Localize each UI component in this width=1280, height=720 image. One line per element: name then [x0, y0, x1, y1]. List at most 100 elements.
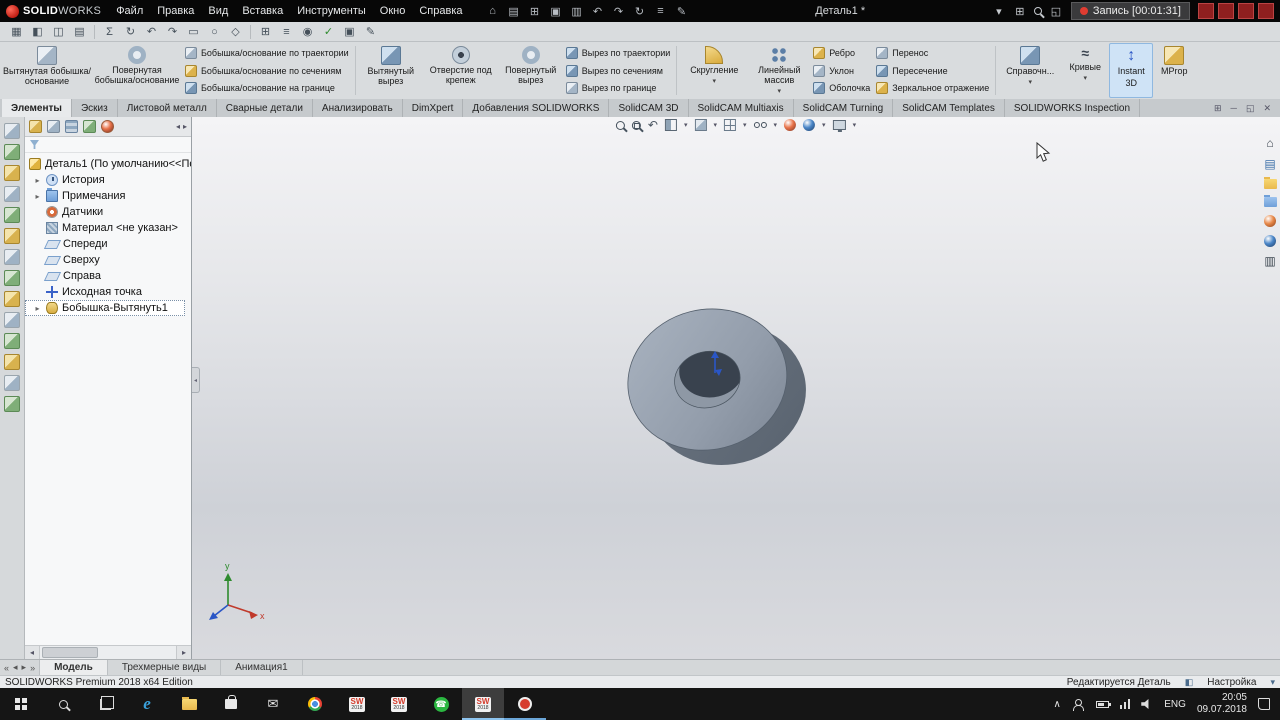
battery-icon[interactable]	[1096, 701, 1109, 708]
solidworks-2018-button[interactable]: SW2018	[336, 688, 378, 720]
tab-solidworks-addins[interactable]: Добавления SOLIDWORKS	[463, 99, 609, 117]
tab-features[interactable]: Элементы	[2, 99, 72, 117]
window-panes-icon[interactable]: ⊞	[1013, 5, 1027, 18]
tree-item-top-plane[interactable]: Сверху	[25, 252, 191, 268]
scrollbar-thumb[interactable]	[42, 647, 98, 658]
edge-button[interactable]: e	[126, 688, 168, 720]
screen-region-icon[interactable]: ◱	[1049, 5, 1063, 18]
displaymanager-tab-icon[interactable]	[101, 120, 114, 133]
pane-right-icon[interactable]: ▸	[183, 122, 187, 131]
last-tab-icon[interactable]: »	[30, 663, 35, 673]
prev-tab-icon[interactable]: ◂	[13, 662, 18, 673]
edit-icon[interactable]: ✎	[364, 25, 377, 38]
tab-solidcam-turning[interactable]: SolidCAM Turning	[794, 99, 894, 117]
solidworks-running-button[interactable]: SW2018	[462, 688, 504, 720]
taskbar-clock[interactable]: 20:05 09.07.2018	[1197, 692, 1247, 716]
extruded-cut-button[interactable]: Вытянутый вырез	[359, 43, 423, 98]
tree-item-front-plane[interactable]: Спереди	[25, 236, 191, 252]
pin-ribbon-icon[interactable]: ⊞	[1214, 103, 1222, 114]
part-model[interactable]	[613, 289, 821, 486]
target-icon[interactable]: ◉	[301, 25, 314, 38]
tree-item-material[interactable]: Материал <не указан>	[25, 220, 191, 236]
home-icon[interactable]: ⌂	[1266, 137, 1273, 150]
dock-toolbar-button-5[interactable]	[4, 207, 20, 223]
minimize-document-icon[interactable]: ─	[1231, 103, 1237, 113]
rectangle-sketch-icon[interactable]: ▭	[187, 25, 200, 38]
swept-cut-button[interactable]: Вырез по траектории	[566, 46, 671, 61]
square-icon[interactable]: ▣	[343, 25, 356, 38]
redo-icon[interactable]: ↷	[166, 25, 179, 38]
network-icon[interactable]	[1120, 699, 1131, 709]
undo-icon[interactable]: ↶	[591, 5, 605, 18]
dock-toolbar-button-12[interactable]	[4, 354, 20, 370]
menu-file[interactable]: Файл	[109, 2, 150, 20]
rebuild-icon[interactable]: ↻	[124, 25, 137, 38]
hole-wizard-button[interactable]: Отверстие под крепеж	[423, 43, 499, 98]
dock-toolbar-button-13[interactable]	[4, 375, 20, 391]
tab-solidcam-templates[interactable]: SolidCAM Templates	[893, 99, 1005, 117]
expand-icon[interactable]: ▸	[33, 176, 42, 185]
tab-evaluate[interactable]: Анализировать	[313, 99, 403, 117]
menu-edit[interactable]: Правка	[150, 2, 201, 20]
section-icon[interactable]: ◧	[31, 25, 44, 38]
circle-sketch-icon[interactable]: ○	[208, 26, 221, 38]
dock-toolbar-button-7[interactable]	[4, 249, 20, 265]
action-center-icon[interactable]	[1258, 698, 1270, 710]
menu-view[interactable]: Вид	[201, 2, 235, 20]
customize-label[interactable]: Настройка	[1207, 677, 1256, 688]
new-document-icon[interactable]: ▤	[507, 5, 521, 18]
filter-icon[interactable]	[30, 140, 39, 149]
dropdown-icon[interactable]: ▾	[1028, 79, 1032, 87]
dock-toolbar-button-8[interactable]	[4, 270, 20, 286]
record-stop-button[interactable]	[1198, 3, 1214, 19]
open-document-icon[interactable]: ⊞	[528, 5, 542, 18]
volume-icon[interactable]	[1141, 698, 1153, 710]
lofted-boss-button[interactable]: Бобышка/основание по сечениям	[185, 63, 349, 78]
fillet-button[interactable]: Скругление ▾	[680, 43, 748, 98]
dropdown-icon[interactable]: ▾	[1083, 75, 1087, 83]
pane-left-icon[interactable]: ◂	[176, 122, 180, 131]
task-view-button[interactable]	[84, 688, 126, 720]
reference-geometry-button[interactable]: Справочн... ▾	[999, 43, 1061, 98]
intersect-button[interactable]: Пересечение	[876, 63, 989, 78]
start-button[interactable]	[0, 688, 42, 720]
search-button[interactable]	[42, 688, 84, 720]
menu-help[interactable]: Справка	[412, 2, 469, 20]
tree-root-part[interactable]: Деталь1 (По умолчанию<<По	[25, 156, 191, 172]
instant3d-button[interactable]: ↕ Instant 3D	[1109, 43, 1153, 98]
file-explorer-button[interactable]	[168, 688, 210, 720]
scroll-right-icon[interactable]: ▸	[176, 646, 191, 659]
menu-tools[interactable]: Инструменты	[290, 2, 373, 20]
dropdown-icon[interactable]: ▾	[713, 78, 717, 86]
tree-item-history[interactable]: ▸ История	[25, 172, 191, 188]
diamond-sketch-icon[interactable]: ◇	[229, 25, 242, 38]
wrap-button[interactable]: Перенос	[876, 46, 989, 61]
shell-button[interactable]: Оболочка	[813, 81, 870, 96]
record-camera-button[interactable]	[1238, 3, 1254, 19]
dock-toolbar-button-1[interactable]	[4, 123, 20, 139]
graphics-area[interactable]: ↶ ▾ ▾ ▾ ▾ ▾ ▾	[192, 117, 1280, 659]
curves-button[interactable]: ≈ Кривые ▾	[1061, 43, 1109, 98]
chrome-button[interactable]	[294, 688, 336, 720]
tab-sheet-metal[interactable]: Листовой металл	[118, 99, 217, 117]
save-icon[interactable]: ▣	[549, 5, 563, 18]
configurationmanager-tab-icon[interactable]	[65, 120, 78, 133]
close-document-icon[interactable]: ✕	[1263, 103, 1271, 114]
first-tab-icon[interactable]: «	[4, 663, 9, 673]
panes-icon[interactable]: ⊞	[259, 25, 272, 38]
edit-icon[interactable]: ✎	[675, 5, 689, 18]
store-button[interactable]	[210, 688, 252, 720]
swept-boss-button[interactable]: Бобышка/основание по траектории	[185, 46, 349, 61]
confirm-icon[interactable]: ✓	[322, 25, 335, 38]
tree-item-annotations[interactable]: ▸ Примечания	[25, 188, 191, 204]
expand-icon[interactable]: ▸	[33, 304, 42, 313]
tab-model[interactable]: Модель	[40, 660, 108, 675]
tab-solidcam-multiaxis[interactable]: SolidCAM Multiaxis	[689, 99, 794, 117]
dock-toolbar-button-3[interactable]	[4, 165, 20, 181]
extruded-boss-button[interactable]: Вытянутая бобышка/основание	[2, 43, 92, 98]
boundary-boss-button[interactable]: Бобышка/основание на границе	[185, 81, 349, 96]
featuremanager-tab-icon[interactable]	[29, 120, 42, 133]
restore-document-icon[interactable]: ◱	[1246, 103, 1255, 114]
tab-solidworks-inspection[interactable]: SOLIDWORKS Inspection	[1005, 99, 1140, 117]
language-indicator[interactable]: ENG	[1164, 699, 1186, 710]
